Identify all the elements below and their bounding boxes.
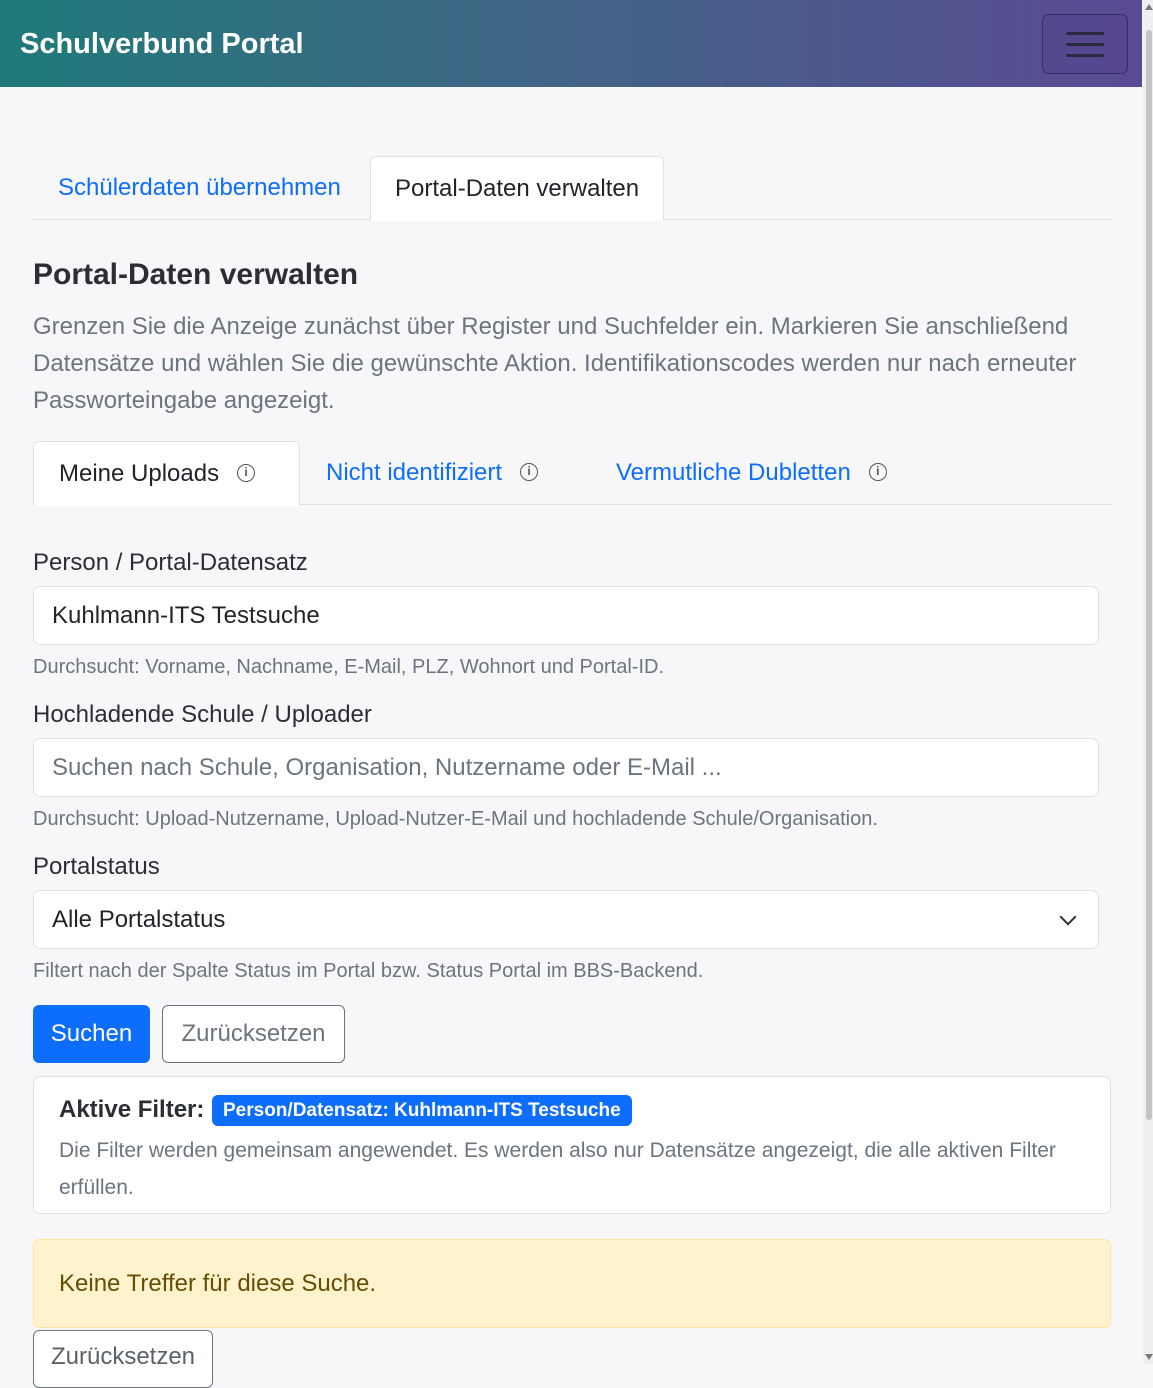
page-description: Grenzen Sie die Anzeige zunächst über Re… [33,313,1077,414]
main-tabs: Schülerdaten übernehmen Portal-Daten ver… [33,156,1111,221]
reset-button[interactable]: Zurücksetzen [162,1005,345,1063]
scrollbar-thumb[interactable] [1146,30,1152,1120]
person-search-input[interactable] [33,586,1099,645]
tab-label: Nicht identifiziert [326,459,503,486]
top-navbar: Schulverbund Portal [0,0,1142,87]
chevron-down-icon [1059,908,1077,926]
sub-tabs: Meine Uploads i Nicht identifiziert i Verm… [33,441,1111,506]
tab-portal-daten[interactable]: Portal-Daten verwalten [370,156,665,221]
status-selected-value: Alle Portalstatus [52,906,226,933]
bottom-reset-button[interactable]: Zurücksetzen [33,1330,213,1388]
uploader-search-input[interactable] [33,738,1099,797]
tab-label: Vermutliche Dubletten [616,459,851,486]
person-label: Person / Portal-Datensatz [33,549,308,576]
tab-vermutliche-dubletten[interactable]: Vermutliche Dubletten i [616,441,887,505]
filter-badge: Person/Datensatz: Kuhlmann-ITS Testsuche [212,1095,632,1126]
info-icon[interactable]: i [237,463,256,482]
no-results-alert: Keine Treffer für diese Suche. [33,1239,1111,1328]
tab-schuelerdaten[interactable]: Schülerdaten übernehmen [58,156,341,220]
uploader-hint: Durchsucht: Upload-Nutzername, Upload-Nu… [33,808,878,830]
scroll-down-arrow-icon[interactable] [1145,1354,1153,1360]
search-button[interactable]: Suchen [33,1005,150,1063]
hamburger-menu-icon-bar [1066,54,1104,57]
status-hint: Filtert nach der Spalte Status im Portal… [33,960,704,982]
active-filters-card: Aktive Filter: Person/Datensatz: Kuhlman… [33,1076,1111,1214]
scroll-up-arrow-icon[interactable] [1145,4,1153,10]
active-filters-title: Aktive Filter: [59,1096,205,1123]
page-title: Portal-Daten verwalten [33,258,359,291]
uploader-label: Hochladende Schule / Uploader [33,701,372,728]
hamburger-menu-icon [1066,32,1104,35]
tab-meine-uploads[interactable]: Meine Uploads i [33,441,300,506]
status-label: Portalstatus [33,853,160,880]
tab-nicht-identifiziert[interactable]: Nicht identifiziert i [326,441,539,505]
menu-toggle-button[interactable] [1042,14,1128,74]
brand-title[interactable]: Schulverbund Portal [20,28,304,61]
active-filters-description: Die Filter werden gemeinsam angewendet. … [59,1139,1056,1199]
person-hint: Durchsucht: Vorname, Nachname, E-Mail, P… [33,656,665,678]
info-icon[interactable]: i [868,462,887,481]
tab-label: Meine Uploads [59,460,220,487]
hamburger-menu-icon-bar [1066,43,1104,46]
portal-status-select[interactable]: Alle Portalstatus [33,890,1099,949]
info-icon[interactable]: i [520,462,539,481]
